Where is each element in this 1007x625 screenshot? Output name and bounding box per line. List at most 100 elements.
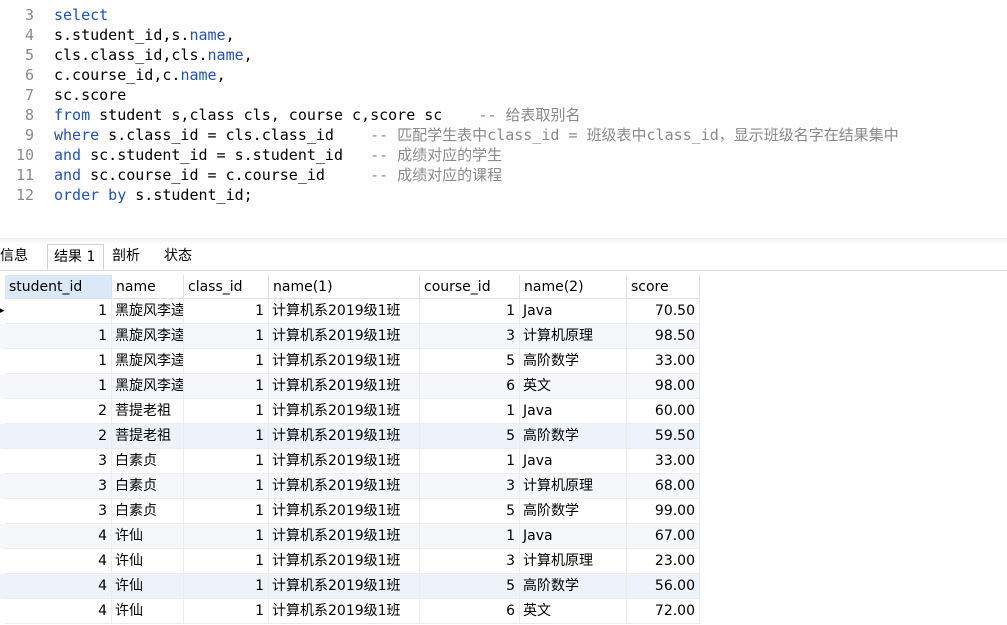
table-cell[interactable]: 1 (184, 549, 269, 574)
table-cell[interactable]: 4 (5, 549, 112, 574)
table-cell[interactable]: 英文 (520, 374, 627, 399)
table-cell[interactable]: 3 (420, 549, 520, 574)
table-cell[interactable]: Java (520, 524, 627, 549)
table-cell[interactable]: 56.00 (627, 574, 700, 599)
table-cell[interactable]: 许仙 (112, 574, 184, 599)
table-cell[interactable]: 计算机系2019级1班 (269, 549, 420, 574)
table-cell[interactable]: 5 (420, 424, 520, 449)
table-cell[interactable]: 高阶数学 (520, 349, 627, 374)
table-cell[interactable]: 1 (184, 399, 269, 424)
table-cell[interactable]: 计算机系2019级1班 (269, 324, 420, 349)
table-cell[interactable]: 1 (184, 599, 269, 624)
column-header[interactable]: score (627, 275, 700, 299)
tab-2[interactable]: 剖析 (106, 244, 155, 270)
table-cell[interactable]: 5 (420, 574, 520, 599)
table-cell[interactable]: 1 (184, 424, 269, 449)
table-cell[interactable]: 98.00 (627, 374, 700, 399)
table-row[interactable]: 1 黑旋风李逵 1 计算机系2019级1班 3 计算机原理 98.50 (0, 324, 700, 349)
table-row[interactable]: 2 菩提老祖 1 计算机系2019级1班 5 高阶数学 59.50 (0, 424, 700, 449)
table-cell[interactable]: 23.00 (627, 549, 700, 574)
table-row[interactable]: 2 菩提老祖 1 计算机系2019级1班 1 Java 60.00 (0, 399, 700, 424)
table-cell[interactable]: 1 (184, 324, 269, 349)
table-row[interactable]: 4 许仙 1 计算机系2019级1班 3 计算机原理 23.00 (0, 549, 700, 574)
table-cell[interactable]: 高阶数学 (520, 424, 627, 449)
table-cell[interactable]: 1 (5, 349, 112, 374)
table-cell[interactable]: 计算机系2019级1班 (269, 349, 420, 374)
table-cell[interactable]: 3 (5, 499, 112, 524)
table-cell[interactable]: Java (520, 399, 627, 424)
table-cell[interactable]: 黑旋风李逵 (112, 299, 184, 324)
column-header[interactable]: name(2) (520, 275, 627, 299)
table-cell[interactable]: 2 (5, 399, 112, 424)
column-header[interactable]: name(1) (269, 275, 420, 299)
table-cell[interactable]: 1 (420, 449, 520, 474)
table-row[interactable]: 4 许仙 1 计算机系2019级1班 6 英文 72.00 (0, 599, 700, 624)
table-cell[interactable]: 计算机原理 (520, 474, 627, 499)
table-cell[interactable]: 1 (184, 574, 269, 599)
table-cell[interactable]: 黑旋风李逵 (112, 349, 184, 374)
table-cell[interactable]: 4 (5, 524, 112, 549)
table-cell[interactable]: 计算机系2019级1班 (269, 449, 420, 474)
table-cell[interactable]: 白素贞 (112, 474, 184, 499)
table-cell[interactable]: 67.00 (627, 524, 700, 549)
table-cell[interactable]: 99.00 (627, 499, 700, 524)
table-cell[interactable]: 计算机系2019级1班 (269, 499, 420, 524)
table-cell[interactable]: 1 (184, 374, 269, 399)
table-cell[interactable]: 计算机系2019级1班 (269, 424, 420, 449)
table-cell[interactable]: 60.00 (627, 399, 700, 424)
table-cell[interactable]: 3 (5, 449, 112, 474)
table-cell[interactable]: 计算机系2019级1班 (269, 574, 420, 599)
table-cell[interactable]: 3 (5, 474, 112, 499)
table-cell[interactable]: 1 (184, 474, 269, 499)
table-cell[interactable]: 计算机系2019级1班 (269, 524, 420, 549)
column-header[interactable]: student_id (5, 275, 112, 299)
table-cell[interactable]: 1 (420, 299, 520, 324)
table-cell[interactable]: 高阶数学 (520, 574, 627, 599)
tab-3[interactable]: 状态 (158, 244, 208, 270)
table-cell[interactable]: 4 (5, 574, 112, 599)
table-cell[interactable]: 72.00 (627, 599, 700, 624)
table-cell[interactable]: 1 (184, 449, 269, 474)
table-cell[interactable]: 许仙 (112, 524, 184, 549)
table-cell[interactable]: 33.00 (627, 349, 700, 374)
table-row[interactable]: ▸ 1 黑旋风李逵 1 计算机系2019级1班 1 Java 70.50 (0, 299, 700, 324)
table-cell[interactable]: 1 (420, 524, 520, 549)
table-cell[interactable]: 3 (420, 474, 520, 499)
table-cell[interactable]: 计算机系2019级1班 (269, 399, 420, 424)
table-cell[interactable]: 1 (184, 499, 269, 524)
table-cell[interactable]: 黑旋风李逵 (112, 374, 184, 399)
table-row[interactable]: 3 白素贞 1 计算机系2019级1班 5 高阶数学 99.00 (0, 499, 700, 524)
table-cell[interactable]: 98.50 (627, 324, 700, 349)
table-cell[interactable]: 1 (5, 299, 112, 324)
table-cell[interactable]: 菩提老祖 (112, 399, 184, 424)
table-cell[interactable]: 5 (420, 499, 520, 524)
table-cell[interactable]: 68.00 (627, 474, 700, 499)
table-cell[interactable]: 计算机系2019级1班 (269, 299, 420, 324)
table-cell[interactable]: 计算机系2019级1班 (269, 599, 420, 624)
table-cell[interactable]: 计算机原理 (520, 324, 627, 349)
table-cell[interactable]: 英文 (520, 599, 627, 624)
table-cell[interactable]: 白素贞 (112, 449, 184, 474)
table-cell[interactable]: 70.50 (627, 299, 700, 324)
table-cell[interactable]: 计算机系2019级1班 (269, 374, 420, 399)
table-cell[interactable]: 1 (5, 374, 112, 399)
table-cell[interactable]: 白素贞 (112, 499, 184, 524)
table-cell[interactable]: Java (520, 449, 627, 474)
table-cell[interactable]: 4 (5, 599, 112, 624)
table-cell[interactable]: 3 (420, 324, 520, 349)
table-cell[interactable]: 高阶数学 (520, 499, 627, 524)
table-row[interactable]: 4 许仙 1 计算机系2019级1班 5 高阶数学 56.00 (0, 574, 700, 599)
table-cell[interactable]: 黑旋风李逵 (112, 324, 184, 349)
tab-0[interactable]: 信息 (0, 244, 38, 270)
table-cell[interactable]: 计算机系2019级1班 (269, 474, 420, 499)
table-cell[interactable]: 菩提老祖 (112, 424, 184, 449)
column-header[interactable]: class_id (184, 275, 269, 299)
table-cell[interactable]: 5 (420, 349, 520, 374)
table-cell[interactable]: 计算机原理 (520, 549, 627, 574)
table-cell[interactable]: 33.00 (627, 449, 700, 474)
table-row[interactable]: 4 许仙 1 计算机系2019级1班 1 Java 67.00 (0, 524, 700, 549)
sql-editor[interactable]: 3 select 4 s.student_id,s.name, 5 cls.class_i… (0, 0, 1007, 238)
table-cell[interactable]: 59.50 (627, 424, 700, 449)
column-header[interactable]: course_id (420, 275, 520, 299)
table-cell[interactable]: 2 (5, 424, 112, 449)
